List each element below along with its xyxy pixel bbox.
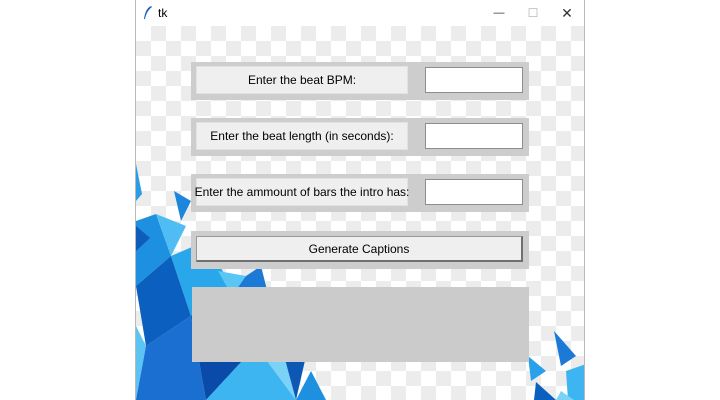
length-label: Enter the beat length (in seconds):: [196, 122, 408, 150]
bars-label: Enter the ammount of bars the intro has:: [195, 178, 409, 206]
length-input[interactable]: [425, 123, 523, 149]
bars-input[interactable]: [425, 179, 523, 205]
maximize-button[interactable]: ☐: [516, 0, 550, 26]
feather-icon: [144, 6, 152, 19]
close-icon: ✕: [561, 4, 573, 21]
title-bar[interactable]: tk — ☐ ✕: [136, 0, 584, 26]
bpm-row: Enter the beat BPM:: [191, 62, 529, 100]
generate-row: Generate Captions: [191, 231, 529, 269]
minimize-icon: —: [493, 7, 505, 19]
window-title: tk: [158, 6, 168, 20]
app-canvas: Enter the beat BPM: Enter the beat lengt…: [136, 26, 584, 400]
bars-row: Enter the ammount of bars the intro has:: [191, 174, 529, 212]
output-panel: [192, 287, 529, 362]
minimize-button[interactable]: —: [482, 0, 516, 26]
maximize-icon: ☐: [527, 6, 539, 20]
length-row: Enter the beat length (in seconds):: [191, 118, 529, 156]
generate-captions-button[interactable]: Generate Captions: [196, 236, 523, 262]
tk-window: tk — ☐ ✕ Enter the beat BPM: Enter the b…: [135, 0, 585, 400]
bpm-input[interactable]: [425, 67, 523, 93]
close-button[interactable]: ✕: [550, 0, 584, 26]
bpm-label: Enter the beat BPM:: [196, 66, 408, 94]
